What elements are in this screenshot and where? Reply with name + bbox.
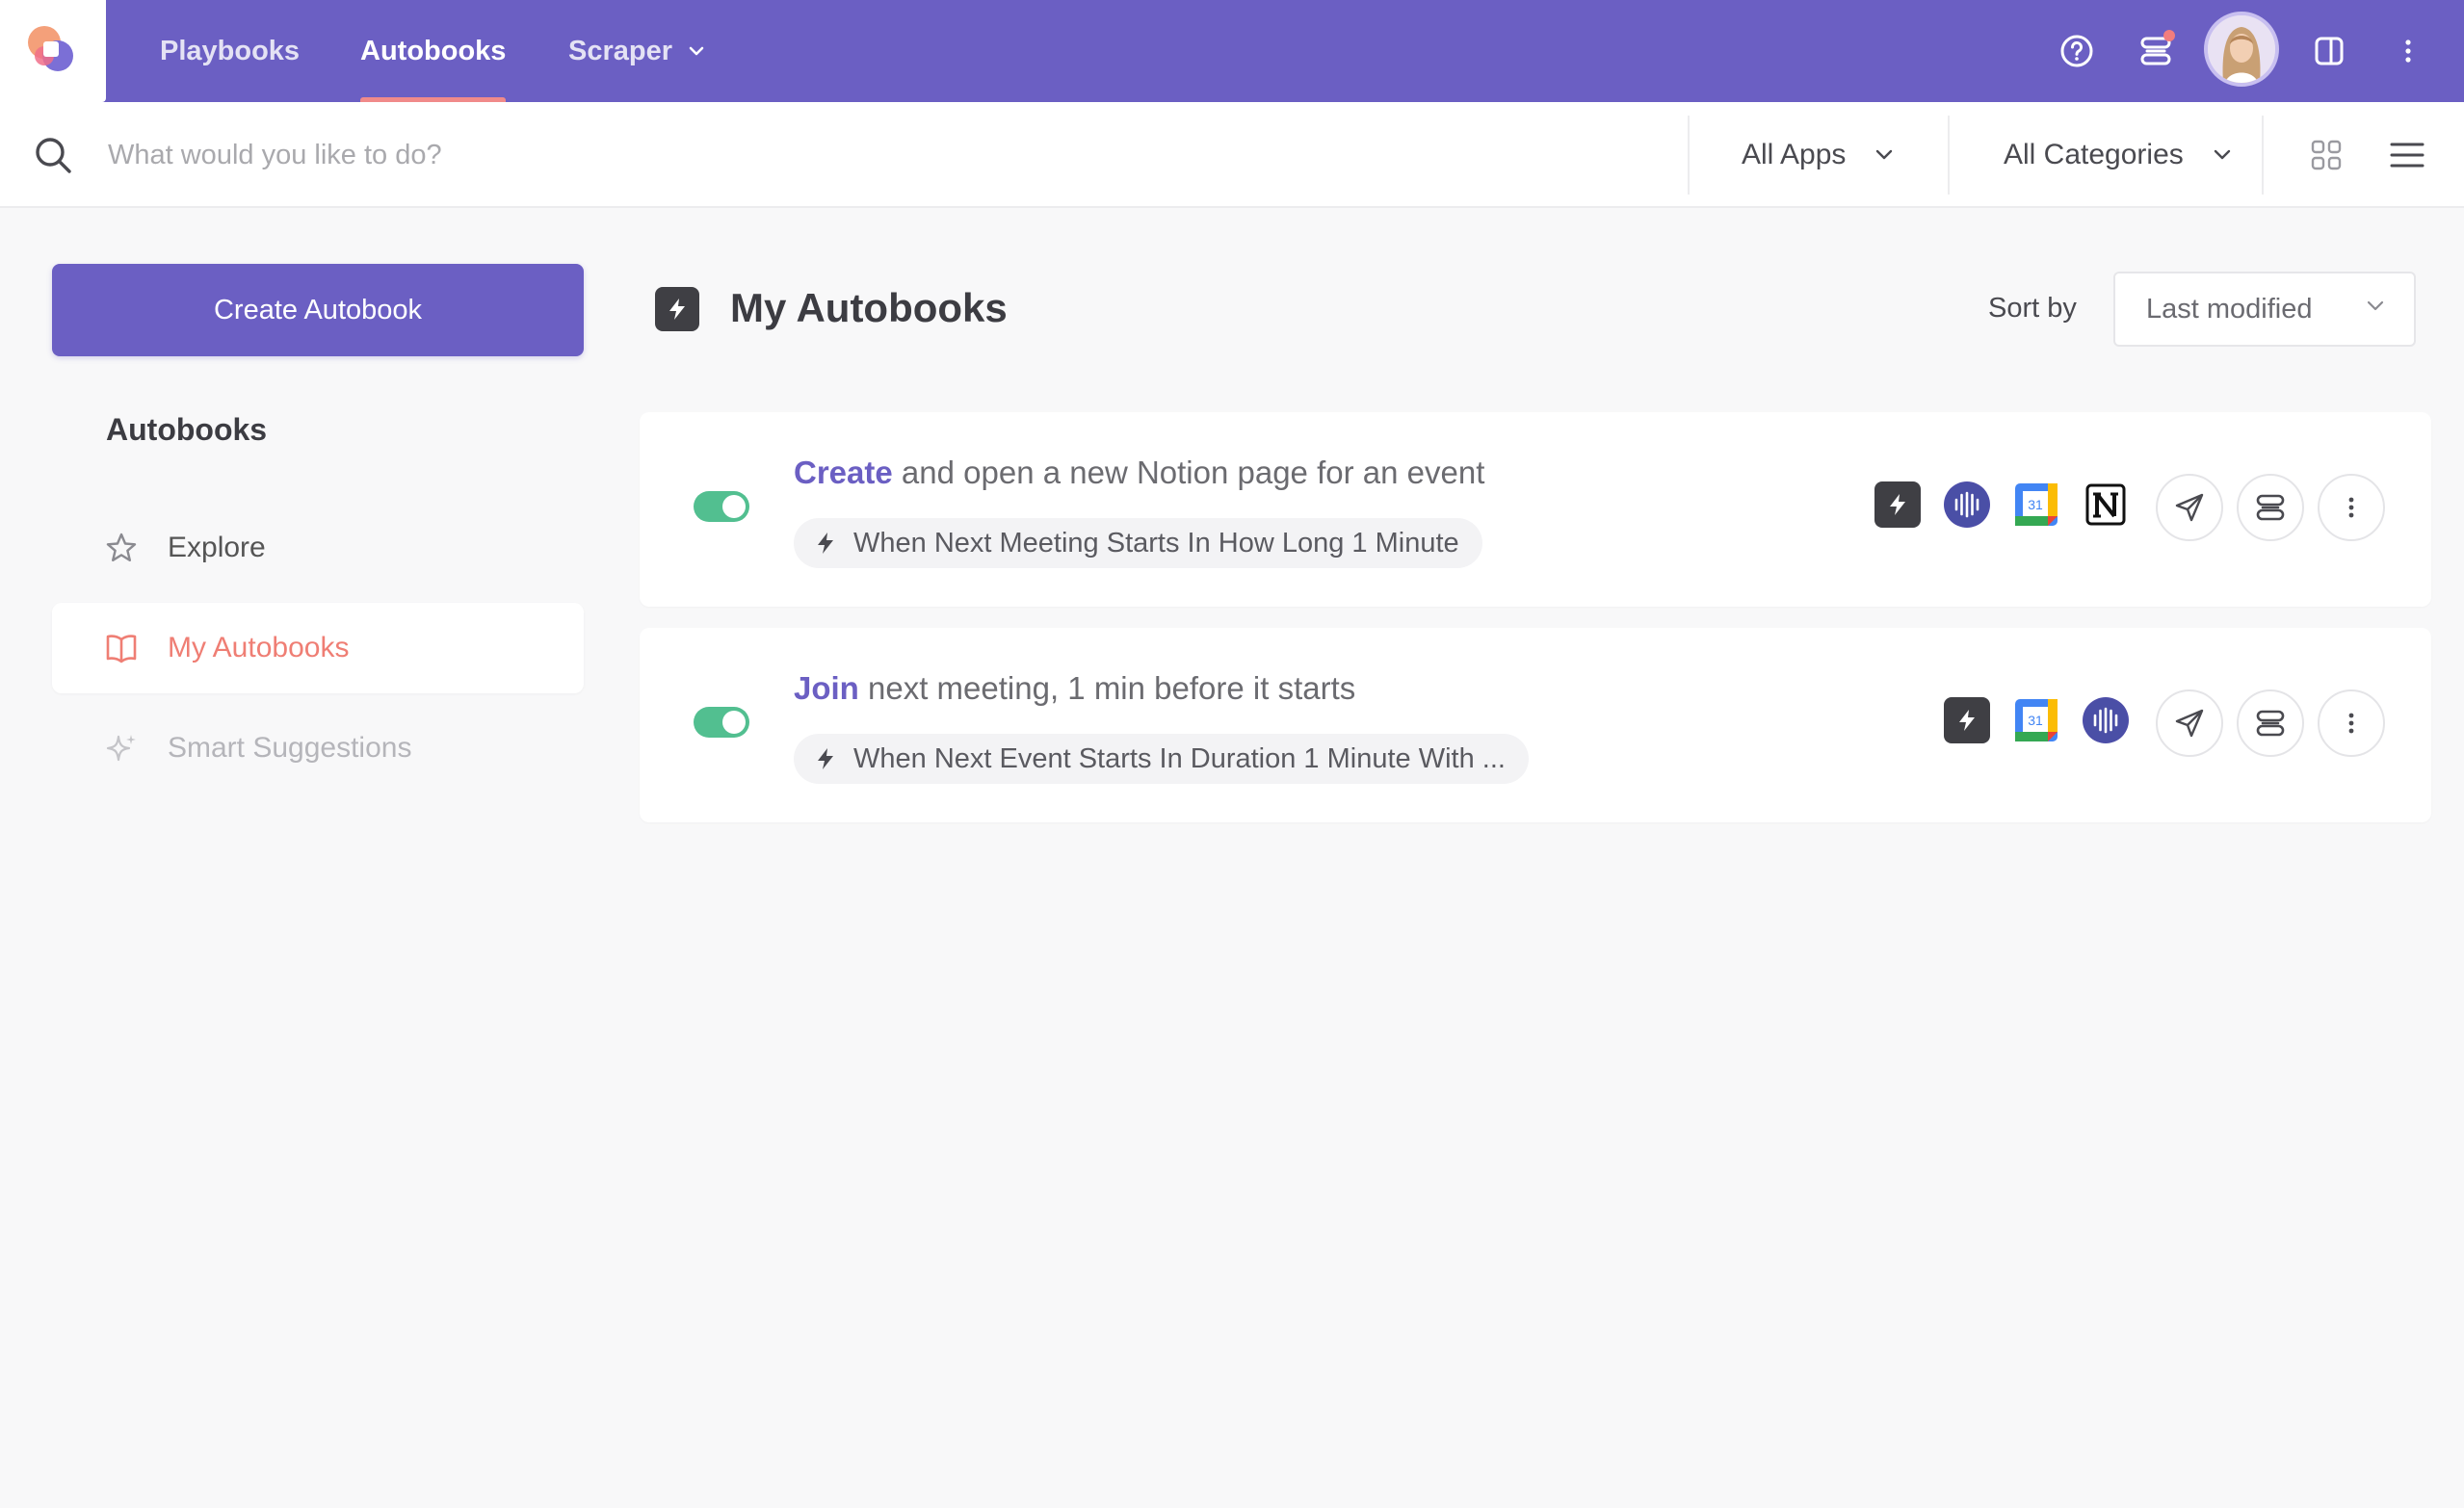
sidebar-item-explore[interactable]: Explore (52, 503, 584, 593)
help-button[interactable] (2052, 26, 2102, 76)
chevron-down-icon (2213, 149, 2232, 161)
user-avatar-icon (2208, 15, 2275, 83)
autobook-bolt-app-icon (1944, 697, 1990, 743)
list-view-button[interactable] (2385, 133, 2429, 177)
trigger-text: When Next Event Starts In Duration 1 Min… (853, 742, 1506, 774)
trigger-chip[interactable]: When Next Meeting Starts In How Long 1 M… (794, 518, 1482, 568)
sidebar-panel-icon (2315, 37, 2344, 65)
autobook-bolt-app-icon (1874, 481, 1921, 528)
enable-toggle[interactable] (694, 707, 749, 738)
send-button[interactable] (2156, 474, 2223, 541)
app-logo[interactable] (0, 0, 106, 102)
tab-playbooks[interactable]: Playbooks (160, 0, 300, 102)
card-more-button[interactable] (2318, 689, 2385, 757)
fireflies-app-icon (1944, 481, 1990, 528)
chevron-down-icon (1874, 149, 1894, 161)
avatar[interactable] (2204, 12, 2279, 87)
book-icon (104, 631, 139, 665)
divider (1948, 116, 1950, 195)
calendar-day-text: 31 (2028, 497, 2043, 512)
sidebar-item-smart-suggestions[interactable]: Smart Suggestions (52, 703, 584, 793)
logo-icon (28, 26, 73, 71)
google-calendar-app-icon: 31 (2013, 697, 2059, 743)
toggle-knob (722, 495, 746, 518)
autobook-card[interactable]: Join next meeting, 1 min before it start… (640, 628, 2431, 822)
runs-button[interactable] (2237, 474, 2304, 541)
tab-playbooks-label: Playbooks (160, 35, 301, 66)
more-menu-button[interactable] (2383, 26, 2433, 76)
calendar-day-text: 31 (2028, 713, 2043, 728)
page-title: My Autobooks (730, 285, 1008, 330)
sidebar-item-label: My Autobooks (168, 632, 350, 663)
grid-icon (2311, 140, 2342, 170)
sidebar-item-my-autobooks[interactable]: My Autobooks (52, 603, 584, 693)
top-navigation-bar: Playbooks Autobooks Scraper (0, 0, 2464, 102)
divider (2262, 116, 2264, 195)
enable-toggle[interactable] (694, 491, 749, 522)
search-icon (33, 135, 73, 180)
send-icon (2175, 709, 2204, 738)
send-icon (2175, 493, 2204, 522)
bolt-icon (815, 747, 836, 770)
more-vertical-icon (2348, 497, 2354, 518)
send-button[interactable] (2156, 689, 2223, 757)
more-vertical-icon (2405, 39, 2411, 63)
divider (1688, 116, 1690, 195)
trigger-text: When Next Meeting Starts In How Long 1 M… (853, 527, 1459, 559)
autobook-title: Create and open a new Notion page for an… (794, 455, 1484, 491)
chevron-down-icon (2366, 300, 2385, 312)
autobook-verb-link[interactable]: Create (794, 455, 893, 490)
sparkle-icon (104, 731, 139, 766)
grid-view-button[interactable] (2304, 133, 2348, 177)
search-bar: All Apps All Categories (0, 102, 2464, 208)
search-input[interactable] (108, 131, 1649, 179)
sort-value: Last modified (2146, 293, 2313, 325)
more-vertical-icon (2348, 713, 2354, 734)
tab-scraper-label: Scraper (568, 35, 673, 66)
runs-button[interactable] (2237, 689, 2304, 757)
tab-scraper[interactable]: Scraper (568, 0, 705, 102)
notification-dot (2163, 30, 2175, 41)
tab-autobooks[interactable]: Autobooks (360, 0, 507, 102)
categories-filter-label: All Categories (2004, 139, 2184, 170)
fireflies-app-icon (2083, 697, 2129, 743)
apps-filter-dropdown[interactable]: All Apps (1742, 131, 1894, 179)
categories-filter-dropdown[interactable]: All Categories (2004, 131, 2232, 179)
list-icon (2390, 143, 2425, 168)
trigger-chip[interactable]: When Next Event Starts In Duration 1 Min… (794, 734, 1529, 784)
bolt-icon (815, 532, 836, 555)
sidebar-item-label: Smart Suggestions (168, 732, 412, 764)
star-icon (104, 531, 139, 565)
create-autobook-button[interactable]: Create Autobook (52, 264, 584, 356)
stack-icon (2256, 494, 2285, 521)
apps-filter-label: All Apps (1742, 139, 1847, 170)
autobook-title: Join next meeting, 1 min before it start… (794, 670, 1355, 707)
sidebar-section-title: Autobooks (106, 412, 268, 447)
toggle-knob (722, 711, 746, 734)
autobook-bolt-icon (655, 287, 699, 331)
autobook-verb-link[interactable]: Join (794, 670, 859, 706)
help-icon (2060, 35, 2093, 67)
autobook-description: and open a new Notion page for an event (892, 455, 1485, 490)
autobook-card[interactable]: Create and open a new Notion page for an… (640, 412, 2431, 607)
sort-label: Sort by (1988, 293, 2077, 324)
autobook-description: next meeting, 1 min before it starts (858, 670, 1356, 706)
notion-app-icon (2083, 481, 2129, 528)
activity-button[interactable] (2131, 26, 2181, 76)
google-calendar-app-icon: 31 (2013, 481, 2059, 528)
panel-toggle-button[interactable] (2304, 26, 2354, 76)
tab-autobooks-label: Autobooks (360, 35, 507, 66)
chevron-down-icon (688, 45, 705, 57)
sidebar-item-label: Explore (168, 532, 266, 563)
card-more-button[interactable] (2318, 474, 2385, 541)
sort-dropdown[interactable]: Last modified (2113, 272, 2416, 347)
stack-icon (2256, 710, 2285, 737)
